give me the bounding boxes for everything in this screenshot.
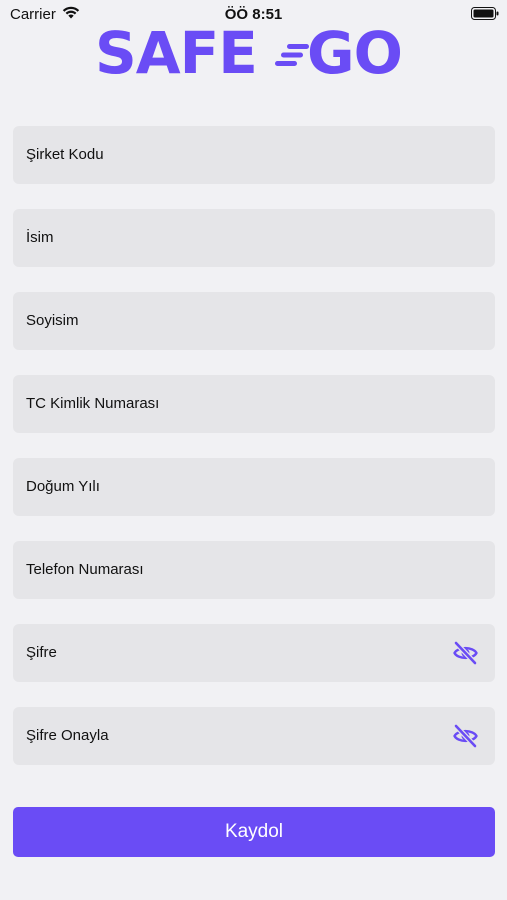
safego-logo: SAFE GO — [95, 22, 415, 84]
company-code-label: Şirket Kodu — [26, 146, 104, 163]
battery-icon — [471, 7, 499, 20]
birth-year-label: Doğum Yılı — [26, 478, 100, 495]
phone-number-field[interactable]: Telefon Numarası — [13, 541, 495, 599]
password-label: Şifre — [26, 644, 57, 661]
last-name-field[interactable]: Soyisim — [13, 292, 495, 350]
last-name-label: Soyisim — [26, 312, 79, 329]
phone-number-label: Telefon Numarası — [26, 561, 144, 578]
register-button[interactable]: Kaydol — [13, 807, 495, 857]
logo-text-safe: SAFE — [95, 19, 258, 87]
company-code-field[interactable]: Şirket Kodu — [13, 126, 495, 184]
national-id-field[interactable]: TC Kimlik Numarası — [13, 375, 495, 433]
birth-year-field[interactable]: Doğum Yılı — [13, 458, 495, 516]
password-confirm-field[interactable]: Şifre Onayla — [13, 707, 495, 765]
national-id-label: TC Kimlik Numarası — [26, 395, 160, 412]
logo-text-go: GO — [307, 19, 403, 87]
first-name-label: İsim — [26, 229, 54, 246]
password-field[interactable]: Şifre — [13, 624, 495, 682]
eye-off-icon[interactable] — [452, 640, 479, 666]
password-confirm-label: Şifre Onayla — [26, 727, 109, 744]
first-name-field[interactable]: İsim — [13, 209, 495, 267]
eye-off-icon[interactable] — [452, 723, 479, 749]
speed-lines-icon — [275, 44, 309, 66]
